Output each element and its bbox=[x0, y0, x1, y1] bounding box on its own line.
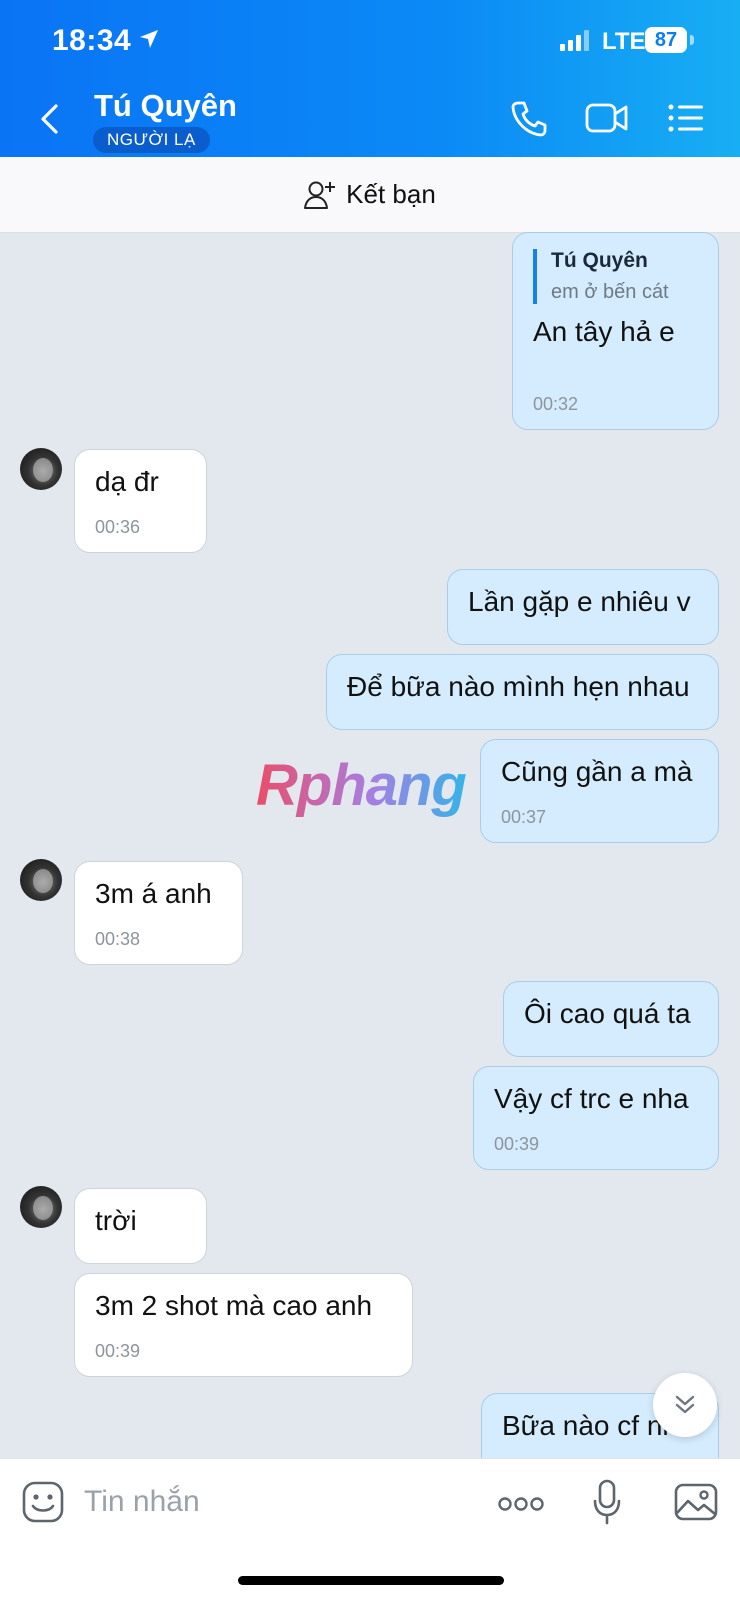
message-bubble-received[interactable]: 3m á anh 00:38 bbox=[74, 861, 243, 965]
stranger-badge: NGƯỜI LẠ bbox=[93, 127, 210, 153]
message-bubble-sent[interactable]: Lần gặp e nhiêu v bbox=[447, 569, 719, 645]
message-bubble-received[interactable]: trời bbox=[74, 1188, 207, 1264]
contact-avatar[interactable] bbox=[20, 448, 62, 490]
video-call-icon[interactable] bbox=[585, 102, 629, 134]
contact-name[interactable]: Tú Quyên bbox=[94, 88, 237, 124]
menu-icon[interactable] bbox=[668, 104, 704, 132]
message-time: 00:37 bbox=[501, 807, 547, 827]
add-friend-label: Kết bạn bbox=[346, 179, 436, 209]
message-bubble-sent[interactable]: Tú Quyên em ở bến cát An tây hả e 00:32 bbox=[512, 232, 719, 430]
quoted-sender: Tú Quyên bbox=[551, 249, 648, 272]
back-icon[interactable] bbox=[32, 100, 72, 140]
quoted-message[interactable]: Tú Quyên em ở bến cát bbox=[533, 249, 698, 304]
add-friend-icon bbox=[304, 181, 336, 209]
message-bubble-sent[interactable]: Cũng gần a mà 00:37 bbox=[480, 739, 719, 843]
sticker-icon[interactable] bbox=[22, 1481, 64, 1523]
message-text: Để bữa nào mình hẹn nhau bbox=[347, 671, 690, 702]
message-text: Lần gặp e nhiêu v bbox=[468, 586, 691, 617]
signal-icon bbox=[560, 30, 589, 51]
message-text: Cũng gần a mà bbox=[501, 756, 693, 787]
quoted-text: em ở bến cát bbox=[551, 281, 669, 303]
message-bubble-received[interactable]: dạ đr 00:36 bbox=[74, 449, 207, 553]
scroll-to-bottom-button[interactable] bbox=[653, 1373, 717, 1437]
contact-avatar[interactable] bbox=[20, 859, 62, 901]
chat-header: 18:34 LTE 87 Tú Quyên NGƯỜI LẠ bbox=[0, 0, 740, 157]
home-indicator[interactable] bbox=[238, 1576, 504, 1585]
message-bubble-sent[interactable]: Ôi cao quá ta bbox=[503, 981, 719, 1057]
add-friend-button[interactable]: Kết bạn bbox=[0, 157, 740, 233]
message-time: 00:39 bbox=[95, 1341, 141, 1361]
message-text: Ôi cao quá ta bbox=[524, 998, 691, 1029]
message-text: dạ đr bbox=[95, 466, 159, 497]
message-time: 00:38 bbox=[95, 929, 141, 949]
message-text: 3m 2 shot mà cao anh bbox=[95, 1290, 373, 1321]
message-text: 3m á anh bbox=[95, 878, 212, 909]
message-input[interactable] bbox=[82, 1479, 466, 1525]
message-time: 00:36 bbox=[95, 517, 141, 537]
location-arrow-icon bbox=[140, 30, 158, 48]
network-type: LTE bbox=[602, 28, 646, 55]
battery-indicator: 87 bbox=[645, 27, 687, 53]
battery-tip bbox=[690, 35, 694, 45]
message-bubble-sent[interactable]: Vậy cf trc e nha 00:39 bbox=[473, 1066, 719, 1170]
message-text: trời bbox=[95, 1205, 137, 1236]
status-time: 18:34 bbox=[52, 24, 132, 57]
double-chevron-down-icon bbox=[675, 1395, 695, 1414]
image-icon[interactable] bbox=[674, 1483, 718, 1521]
microphone-icon[interactable] bbox=[592, 1479, 622, 1525]
more-options-icon[interactable] bbox=[498, 1497, 544, 1511]
phone-call-icon[interactable] bbox=[510, 100, 548, 138]
message-text: Vậy cf trc e nha bbox=[494, 1083, 689, 1114]
message-bubble-received[interactable]: 3m 2 shot mà cao anh 00:39 bbox=[74, 1273, 413, 1377]
contact-avatar[interactable] bbox=[20, 1186, 62, 1228]
message-time: 00:32 bbox=[533, 394, 579, 414]
message-time: 00:39 bbox=[494, 1134, 540, 1154]
message-bubble-sent[interactable]: Để bữa nào mình hẹn nhau bbox=[326, 654, 719, 730]
watermark-logo: Rphang bbox=[256, 753, 467, 818]
message-text: An tây hả e bbox=[533, 316, 675, 347]
